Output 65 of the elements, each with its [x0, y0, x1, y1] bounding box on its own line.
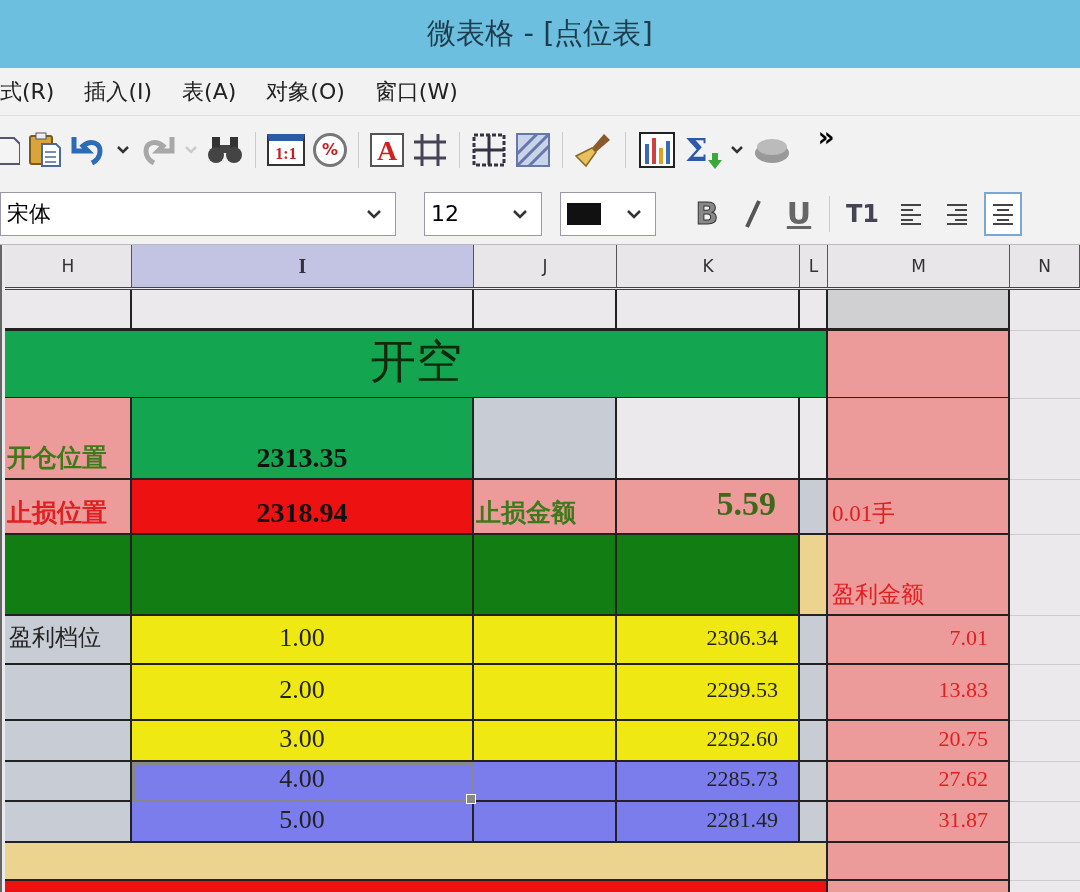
align-center-button[interactable]: [984, 191, 1023, 236]
table-cell: 2313.35: [132, 398, 474, 480]
borders-icon[interactable]: [471, 131, 507, 168]
menu-item[interactable]: 对象(O): [254, 76, 357, 107]
column-header[interactable]: J: [474, 245, 617, 287]
table-cell: 27.62: [828, 762, 1010, 802]
column-header[interactable]: M: [828, 245, 1010, 287]
table-cell: 1.00: [132, 616, 474, 665]
font-size-select[interactable]: 12: [424, 191, 542, 236]
column-header[interactable]: N: [1010, 245, 1080, 287]
table-cell: 13.83: [828, 665, 1010, 721]
table-cell: 5.59: [617, 480, 800, 535]
lines-icon: [899, 201, 924, 226]
color-swatch: [567, 202, 601, 225]
font-select[interactable]: 宋体: [0, 191, 396, 236]
cell-label: 止损位置: [5, 480, 132, 535]
chart-icon[interactable]: [637, 129, 677, 170]
table-cell: 2.00: [132, 665, 474, 721]
table-cell: 2299.53: [617, 665, 800, 721]
table-cell: 2306.34: [617, 616, 800, 665]
lines-icon: [991, 201, 1016, 226]
underline-button[interactable]: U: [780, 191, 818, 236]
text-direction-button[interactable]: T1: [841, 191, 885, 236]
menu-item[interactable]: 插入(I): [72, 76, 165, 107]
font-icon[interactable]: A: [370, 132, 404, 167]
caret-icon: [511, 207, 529, 220]
table-cell: 5.00: [132, 802, 474, 843]
cell-label: 开仓位置: [5, 398, 132, 480]
frame-icon[interactable]: [412, 131, 448, 168]
table-cell: 3.00: [132, 721, 474, 762]
slash-icon: [743, 198, 763, 229]
caret-icon: [625, 207, 643, 220]
column-header[interactable]: L: [800, 245, 828, 287]
cell-label: 盈利金额: [828, 535, 1010, 616]
table-cell: 2292.60: [617, 721, 800, 762]
lines-icon: [945, 201, 970, 226]
more-button[interactable]: »: [817, 122, 835, 152]
magnifier-icon[interactable]: %: [313, 132, 347, 167]
binoculars-icon[interactable]: [206, 134, 244, 165]
column-header[interactable]: K: [617, 245, 800, 287]
menu-item[interactable]: 表(A): [170, 76, 249, 107]
section-title: 开空: [5, 331, 828, 399]
font-color-select[interactable]: [560, 191, 656, 236]
menu-item[interactable]: 式(R): [0, 76, 67, 107]
column-header[interactable]: H: [5, 245, 132, 287]
hatch-icon[interactable]: [515, 131, 551, 168]
table-cell: 20.75: [828, 721, 1010, 762]
window-title: 微表格 - [点位表]: [427, 15, 653, 52]
paste-icon[interactable]: [28, 131, 62, 168]
zoom-ratio-icon[interactable]: 1:1: [267, 133, 305, 166]
fill-handle[interactable]: [466, 794, 476, 804]
cell-label: 0.01手: [828, 480, 1010, 535]
caret-icon[interactable]: [729, 144, 744, 155]
caret-icon[interactable]: [116, 144, 130, 155]
table-cell: 31.87: [828, 802, 1010, 843]
table-cell: 7.01: [828, 616, 1010, 665]
cell-label: 盈利档位: [5, 616, 132, 665]
table-cell: 4.00: [132, 762, 474, 802]
table-cell: 2281.49: [617, 802, 800, 843]
cell-label: 止损金额: [474, 480, 617, 535]
caret-icon: [365, 207, 383, 220]
table-cell: 2285.73: [617, 762, 800, 802]
table-cell: 2318.94: [132, 480, 474, 535]
column-header[interactable]: I: [132, 245, 474, 287]
menu-item[interactable]: 窗口(W): [362, 76, 470, 107]
